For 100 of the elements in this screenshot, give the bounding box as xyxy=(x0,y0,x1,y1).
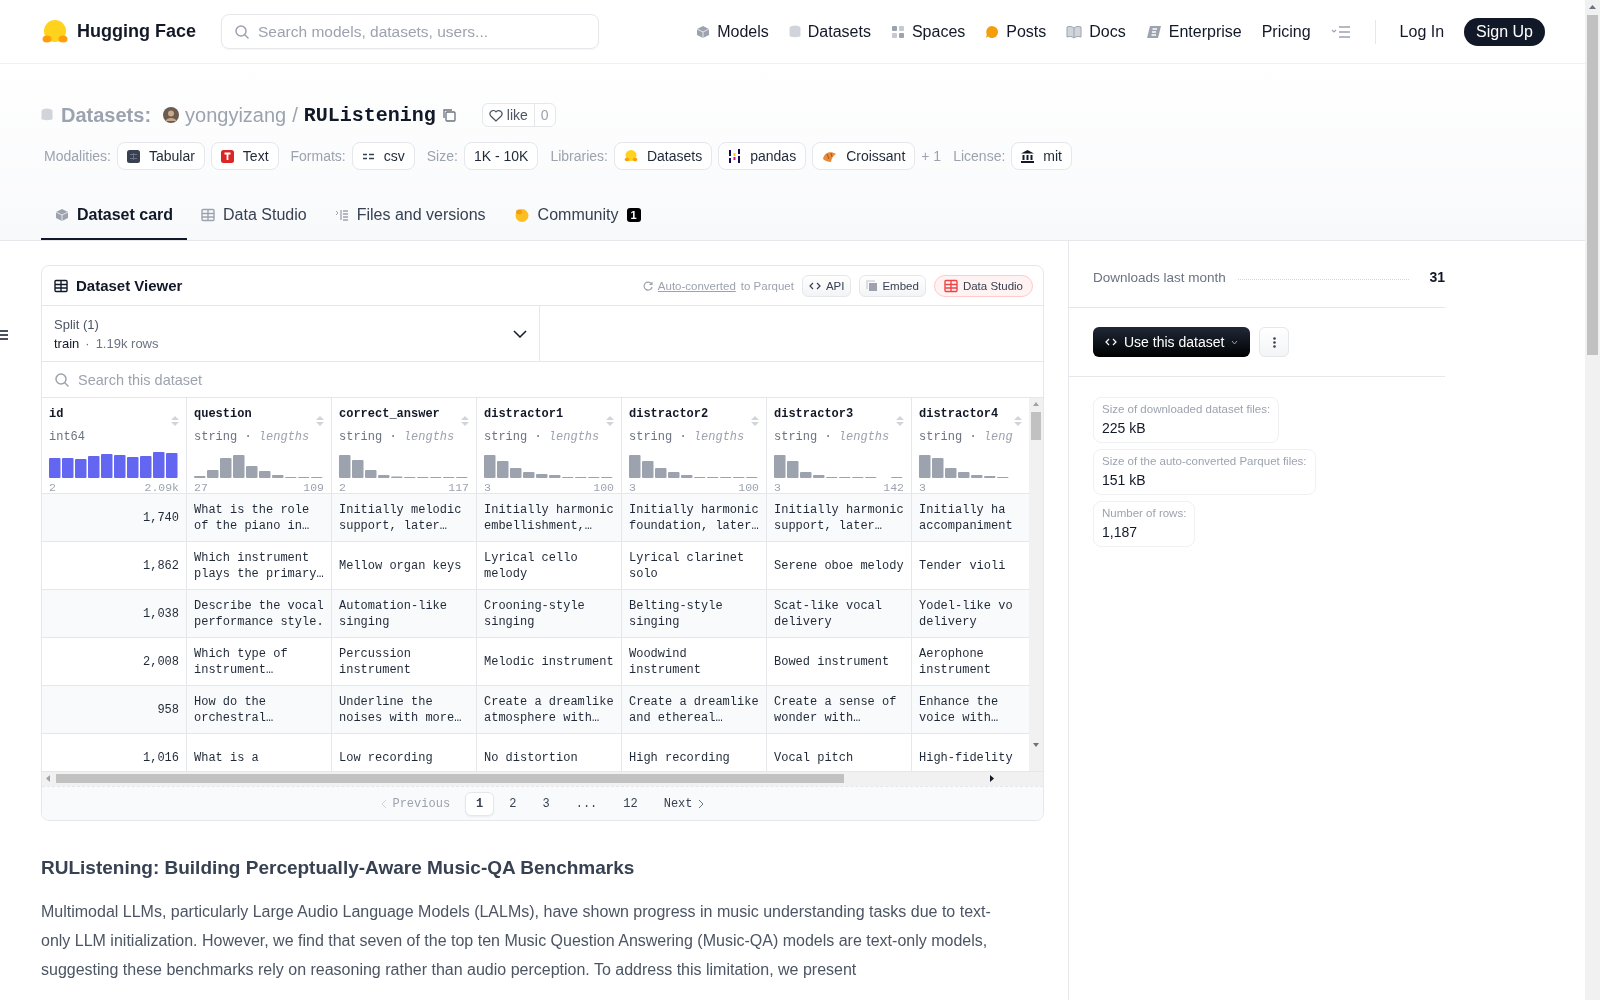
sort-icon[interactable] xyxy=(606,415,614,427)
emoji-icon xyxy=(623,149,638,163)
tag-group-label: License: xyxy=(953,148,1006,164)
copy-icon xyxy=(866,280,878,291)
path-separator: / xyxy=(292,103,298,127)
split-select[interactable]: Split (1) train · 1.19k rows xyxy=(42,306,540,361)
tag-group-label: Modalities: xyxy=(44,148,111,164)
nav-link[interactable]: Docs xyxy=(1066,22,1126,41)
stat-value: 151 kB xyxy=(1102,472,1147,488)
use-dataset-button[interactable]: Use this dataset xyxy=(1093,327,1251,357)
parquet-label: to Parquet xyxy=(740,279,794,292)
table-cell: Create a dreamlike atmosphere with… xyxy=(477,686,622,734)
table-icon xyxy=(54,278,68,293)
next-button[interactable]: Next xyxy=(652,791,715,816)
emoji-icon xyxy=(513,207,530,223)
table-cell: Create a sense of wonder with… xyxy=(767,686,912,734)
min-value: 2 xyxy=(49,481,56,494)
chat-bubble-icon xyxy=(985,24,1000,39)
min-value: 3 xyxy=(484,481,491,494)
viewer-title: Dataset Viewer xyxy=(76,277,183,294)
tab[interactable]: Data Studio xyxy=(187,192,321,240)
sort-icon[interactable] xyxy=(1014,415,1022,427)
max-value: 100 xyxy=(593,481,614,494)
chevron-right-icon xyxy=(697,798,704,809)
column-type: string · lengths xyxy=(484,430,601,444)
cube-icon xyxy=(55,208,69,222)
sort-icon[interactable] xyxy=(316,415,324,427)
grid-icon xyxy=(126,149,140,163)
search-input[interactable]: Search models, datasets, users... xyxy=(258,15,586,48)
like-button[interactable]: like 0 xyxy=(481,103,556,127)
table-cell: Crooning-style singing xyxy=(477,590,622,638)
stat-value: 1,187 xyxy=(1102,524,1139,540)
heart-icon xyxy=(488,108,503,122)
column-header[interactable]: id int64 2 2.09k xyxy=(42,398,187,494)
column-name: distractor3 xyxy=(774,407,854,421)
nav-link[interactable]: Enterprise xyxy=(1145,22,1242,41)
sort-icon[interactable] xyxy=(896,415,904,427)
page-button[interactable]: 12 xyxy=(612,791,649,816)
like-count: 0 xyxy=(533,104,555,126)
viewer-button[interactable]: API xyxy=(801,274,852,297)
page-button[interactable]: 2 xyxy=(498,791,528,816)
tab[interactable]: Files and versions xyxy=(320,192,500,240)
split-name: train xyxy=(54,335,80,351)
page-button[interactable]: ... xyxy=(564,791,609,816)
croissant-icon xyxy=(822,149,838,163)
login-link[interactable]: Log In xyxy=(1399,22,1445,41)
column-type: string · lengths xyxy=(774,430,891,444)
files-icon xyxy=(334,208,349,222)
stat-value: 225 kB xyxy=(1102,420,1147,436)
tag-chip[interactable]: Datasets xyxy=(613,142,713,170)
table-cell: Automation-like singing xyxy=(332,590,477,638)
table-cell: Initially harmonic embellishment,… xyxy=(477,494,622,542)
menu-icon[interactable] xyxy=(0,330,8,340)
table-cell: 958 xyxy=(42,686,187,734)
sort-icon[interactable] xyxy=(461,415,469,427)
min-value: 3 xyxy=(919,481,926,494)
min-value: 2 xyxy=(339,481,346,494)
column-name: correct_answer xyxy=(339,407,440,421)
tag-chip[interactable]: csv xyxy=(351,142,415,170)
tab[interactable]: Community 1 xyxy=(499,192,655,240)
tag-chip[interactable]: mit xyxy=(1011,142,1072,170)
page-button[interactable]: 3 xyxy=(531,791,561,816)
sort-icon[interactable] xyxy=(171,415,179,427)
code-icon xyxy=(1105,337,1117,347)
tag-chip[interactable]: Text xyxy=(210,142,279,170)
sort-icon[interactable] xyxy=(751,415,759,427)
search-field[interactable]: Search models, datasets, users... xyxy=(221,14,599,49)
page-button[interactable]: 1 xyxy=(465,791,495,816)
tag-chip[interactable]: 1K - 10K xyxy=(463,142,539,170)
row-count: 1.19k rows xyxy=(95,335,159,351)
more-button[interactable] xyxy=(1259,327,1290,357)
cube-icon xyxy=(696,24,711,39)
viewer-button[interactable]: Data Studio xyxy=(933,274,1033,297)
column-name: id xyxy=(49,407,64,421)
book-icon xyxy=(1066,24,1083,39)
viewer-button[interactable]: Embed xyxy=(859,274,926,297)
min-value: 3 xyxy=(629,481,636,494)
table-cell: Underline the noises with more… xyxy=(332,686,477,734)
nav-link[interactable]: Pricing xyxy=(1261,22,1311,41)
table-cell: 1,740 xyxy=(42,494,187,542)
downloads-count: 31 xyxy=(1429,269,1445,285)
kebab-icon xyxy=(1272,336,1276,348)
max-value: 109 xyxy=(303,481,324,494)
copy-icon[interactable] xyxy=(441,108,456,122)
nav-link[interactable]: Datasets xyxy=(788,22,871,41)
avatar-icon xyxy=(163,107,180,123)
tag-chip[interactable]: pandas xyxy=(718,142,807,170)
nav-link[interactable]: Posts xyxy=(985,22,1047,41)
min-value: 3 xyxy=(774,481,781,494)
nav-link[interactable]: Spaces xyxy=(890,22,966,41)
table-cell: Scat-like vocal delivery xyxy=(767,590,912,638)
tag-chip[interactable]: Croissant xyxy=(812,142,916,170)
nav-link[interactable]: Models xyxy=(696,22,769,41)
count-badge: 1 xyxy=(626,208,641,222)
signup-button[interactable]: Sign Up xyxy=(1464,17,1545,46)
tag-chip[interactable]: Tabular xyxy=(116,142,205,170)
tab[interactable]: Dataset card xyxy=(41,192,188,240)
column-name: distractor2 xyxy=(629,407,709,421)
chevron-left-icon xyxy=(381,798,388,809)
code-icon xyxy=(808,280,821,291)
